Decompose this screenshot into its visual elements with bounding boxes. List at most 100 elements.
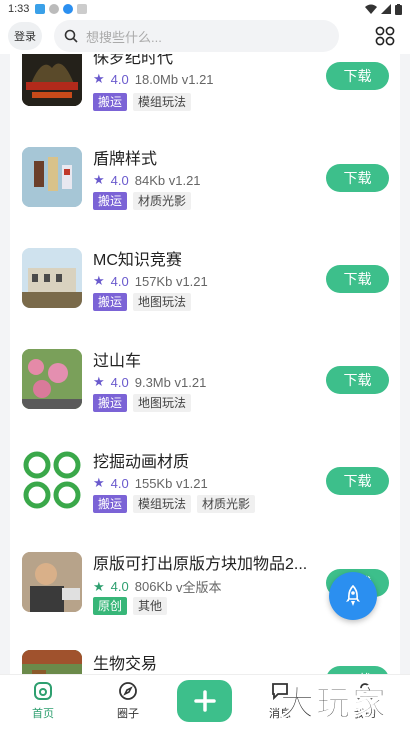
item-meta: ★ 4.0 9.3Mb v1.21 [93, 374, 206, 390]
item-meta: ★ 4.0 806Kb v全版本 [93, 577, 221, 596]
item-size: 157Kb [134, 273, 173, 289]
list-item[interactable]: MC知识竞赛 ★ 4.0 157Kb v1.21 搬运 地图玩法 下载 [10, 238, 400, 338]
item-tags: 搬运 地图玩法 [93, 394, 192, 412]
tab-circle[interactable]: 圈子 [98, 681, 158, 727]
tag: 搬运 [93, 394, 128, 412]
watermark: 大玩家 [280, 685, 388, 724]
item-title: 原版可打出原版方块加物品2... [93, 556, 308, 573]
item-thumbnail [22, 552, 82, 612]
tag: 搬运 [93, 293, 128, 311]
item-rating: 4.0 [110, 579, 129, 594]
status-time: 1:33 [8, 3, 30, 15]
app-notification-icon [49, 4, 60, 14]
download-button[interactable]: 下载 [326, 366, 389, 394]
star-icon: ★ [93, 71, 105, 86]
wifi-icon [365, 4, 377, 14]
list-item[interactable]: 挖掘动画材质 ★ 4.0 155Kb v1.21 搬运 模组玩法 材质光影 下载 [10, 440, 400, 540]
item-size: 806Kb [134, 579, 173, 594]
item-title: 挖掘动画材质 [93, 454, 190, 471]
tab-label: 首页 [32, 708, 54, 720]
app-notification-icon [77, 4, 88, 14]
create-post-button[interactable] [177, 680, 232, 722]
rocket-fab-button[interactable] [329, 572, 377, 620]
item-version: v1.21 [175, 475, 208, 491]
list-item[interactable]: 生物交易 下载 [10, 642, 400, 674]
item-tags: 原创 其他 [93, 597, 168, 615]
item-version: v1.21 [175, 273, 208, 289]
home-icon [34, 682, 52, 700]
item-version: v1.21 [174, 374, 207, 390]
item-thumbnail [22, 147, 82, 207]
item-thumbnail [22, 54, 82, 106]
item-rating: 4.0 [110, 475, 129, 491]
download-button[interactable]: 下载 [326, 265, 389, 293]
item-title: 盾牌样式 [93, 151, 158, 168]
tab-home[interactable]: 首页 [13, 681, 73, 727]
item-tags: 搬运 材质光影 [93, 192, 192, 210]
item-size: 155Kb [134, 475, 173, 491]
item-title: 生物交易 [93, 656, 158, 673]
list-item[interactable]: 过山车 ★ 4.0 9.3Mb v1.21 搬运 地图玩法 下载 [10, 339, 400, 439]
tag: 搬运 [93, 192, 128, 210]
star-icon: ★ [93, 475, 105, 490]
top-bar: 登录 想搜些什么... [0, 18, 410, 54]
app-notification-icon [35, 4, 46, 14]
download-button[interactable]: 下载 [326, 467, 389, 495]
item-rating: 4.0 [110, 71, 129, 87]
item-size: 18.0Mb [134, 71, 179, 87]
tag: 材质光影 [197, 495, 256, 513]
tag: 搬运 [93, 495, 128, 513]
tab-label: 圈子 [117, 708, 139, 720]
item-title: 过山车 [93, 353, 142, 370]
battery-icon [395, 3, 402, 15]
item-title: 侏罗纪时代 [93, 54, 174, 67]
item-thumbnail [22, 248, 82, 308]
star-icon: ★ [93, 172, 105, 187]
tag: 模组玩法 [133, 495, 192, 513]
tag: 模组玩法 [133, 93, 192, 111]
item-tags: 搬运 地图玩法 [93, 293, 192, 311]
item-version: v1.21 [181, 71, 214, 87]
item-tags: 搬运 模组玩法 材质光影 [93, 495, 256, 513]
star-icon: ★ [93, 578, 105, 594]
download-button[interactable]: 下载 [326, 164, 389, 192]
search-icon [64, 29, 78, 43]
download-button[interactable]: 下载 [326, 62, 389, 90]
item-rating: 4.0 [110, 172, 129, 188]
item-meta: ★ 4.0 84Kb v1.21 [93, 172, 201, 188]
grid-icon [375, 26, 395, 46]
item-version: v1.21 [168, 172, 201, 188]
search-placeholder: 想搜些什么... [86, 29, 162, 45]
item-size: 84Kb [134, 172, 166, 188]
tag: 搬运 [93, 93, 128, 111]
status-bar: 1:33 [0, 0, 410, 18]
app-notification-icon [63, 4, 74, 14]
item-rating: 4.0 [110, 273, 129, 289]
star-icon: ★ [93, 374, 105, 389]
tag: 材质光影 [133, 192, 192, 210]
tag: 地图玩法 [133, 293, 192, 311]
item-size: 9.3Mb [134, 374, 171, 390]
tag: 地图玩法 [133, 394, 192, 412]
star-icon: ★ [93, 273, 105, 288]
list-item[interactable]: 盾牌样式 ★ 4.0 84Kb v1.21 搬运 材质光影 下载 [10, 137, 400, 237]
item-meta: ★ 4.0 18.0Mb v1.21 [93, 71, 214, 87]
list-item[interactable]: 侏罗纪时代 ★ 4.0 18.0Mb v1.21 搬运 模组玩法 下载 [10, 54, 400, 136]
signal-icon [381, 4, 391, 14]
compass-icon [119, 682, 137, 700]
item-tags: 搬运 模组玩法 [93, 93, 192, 111]
tag: 原创 [93, 597, 128, 615]
plus-icon [193, 690, 216, 712]
search-input[interactable]: 想搜些什么... [54, 20, 339, 52]
item-meta: ★ 4.0 155Kb v1.21 [93, 475, 208, 491]
item-title: MC知识竞赛 [93, 252, 182, 269]
tag: 其他 [133, 597, 168, 615]
rocket-icon [346, 585, 360, 606]
item-meta: ★ 4.0 157Kb v1.21 [93, 273, 208, 289]
grid-menu-button[interactable] [372, 23, 398, 49]
download-button[interactable]: 下载 [326, 666, 389, 674]
item-thumbnail [22, 349, 82, 409]
login-button[interactable]: 登录 [8, 22, 42, 50]
item-thumbnail [22, 650, 82, 674]
item-version: v全版本 [175, 580, 222, 595]
